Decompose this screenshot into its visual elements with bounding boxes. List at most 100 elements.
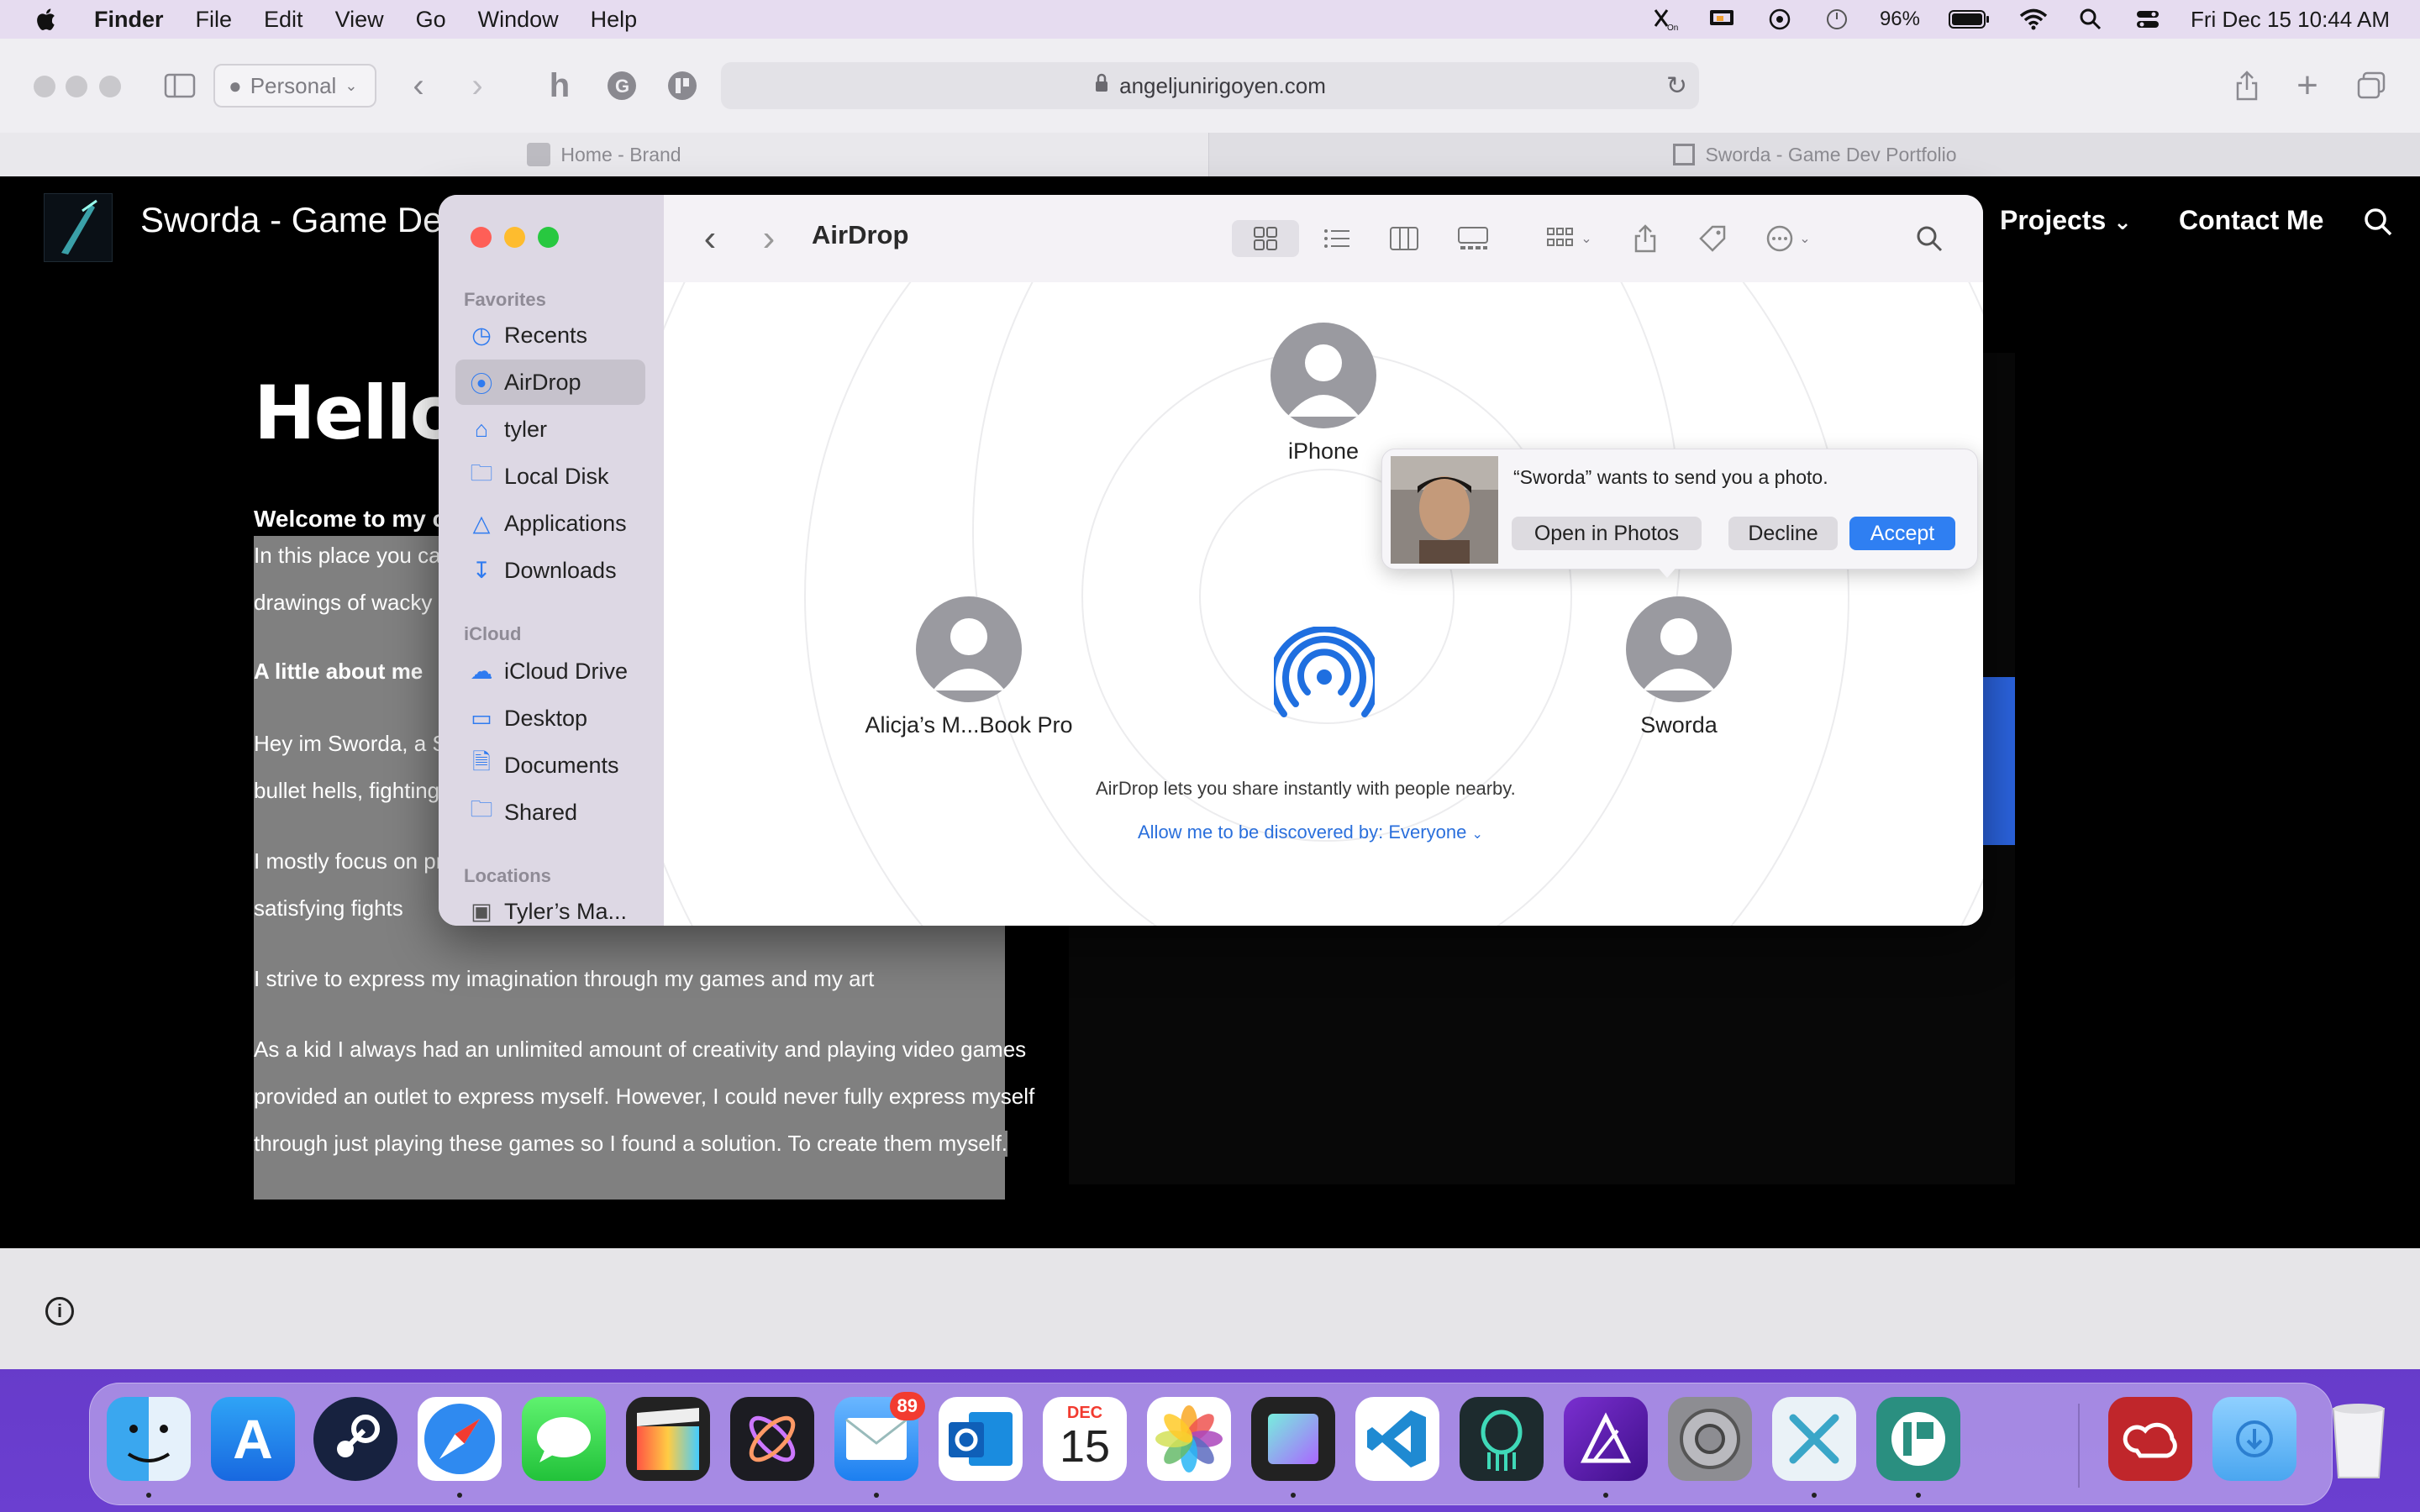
dock-motion[interactable] (730, 1397, 814, 1481)
battery-icon[interactable] (1949, 7, 1991, 32)
back-icon[interactable]: ‹ (697, 218, 723, 259)
dock-safari[interactable] (418, 1397, 502, 1481)
dock-system-preferences[interactable] (1668, 1397, 1752, 1481)
menu-view[interactable]: View (335, 7, 384, 33)
dock-screens[interactable] (1251, 1397, 1335, 1481)
list-view-icon[interactable] (1316, 220, 1358, 257)
share-icon[interactable] (1628, 220, 1662, 257)
dock-finder[interactable] (107, 1397, 191, 1481)
sidebar-item-recents[interactable]: ◷ Recents (455, 312, 645, 358)
profile-selector[interactable]: ● Personal ⌄ (213, 64, 376, 108)
spotlight-icon[interactable] (2076, 7, 2105, 32)
menu-clock[interactable]: Fri Dec 15 10:44 AM (2191, 7, 2390, 33)
apple-menu-icon[interactable] (34, 6, 57, 33)
welcome-text: Welcome to my c (254, 506, 446, 532)
dock-vscode[interactable] (1355, 1397, 1439, 1481)
sidebar-toggle-icon[interactable] (161, 67, 198, 104)
dock-photos[interactable] (1147, 1397, 1231, 1481)
tab-sworda-portfolio[interactable]: Sworda - Game Dev Portfolio (1210, 133, 2420, 176)
close-button[interactable] (34, 76, 55, 97)
minimize-button[interactable] (66, 76, 87, 97)
body-line: I strive to express my imagination throu… (254, 966, 875, 991)
menu-go[interactable]: Go (416, 7, 446, 33)
search-icon[interactable] (2363, 207, 2393, 244)
open-in-photos-button[interactable]: Open in Photos (1512, 517, 1702, 550)
more-actions-icon[interactable]: ⌄ (1756, 220, 1820, 257)
running-indicator (1916, 1493, 1921, 1498)
group-grid-dropdown-icon[interactable]: ⌄ (1538, 220, 1602, 257)
info-icon[interactable]: i (45, 1297, 74, 1326)
sidebar-item-documents[interactable]: 🗎 Documents (455, 743, 645, 788)
reload-icon[interactable]: ↻ (1666, 71, 1687, 101)
timer-icon[interactable] (1823, 7, 1851, 32)
dock-steam[interactable] (313, 1397, 397, 1481)
nav-contact[interactable]: Contact Me (2179, 205, 2323, 236)
site-title[interactable]: Sworda - Game Dev (140, 200, 460, 240)
sidebar-item-downloads[interactable]: ↧ Downloads (455, 548, 645, 593)
wifi-icon[interactable] (2019, 7, 2048, 32)
menu-file[interactable]: File (196, 7, 233, 33)
menu-help[interactable]: Help (591, 7, 638, 33)
sidebar-item-desktop[interactable]: ▭ Desktop (455, 696, 645, 741)
search-icon[interactable] (1912, 220, 1946, 257)
tab-overview-icon[interactable] (2354, 67, 2388, 104)
dock-trash[interactable] (2317, 1397, 2401, 1481)
sidebar-item-shared[interactable]: 🗀 Shared (455, 790, 645, 835)
grammarly-extension-icon[interactable]: G (603, 67, 640, 104)
menu-app-name[interactable]: Finder (94, 7, 164, 33)
sidebar-item-computer[interactable]: ▣ Tyler’s Ma... (455, 889, 645, 926)
dock-outlook[interactable] (939, 1397, 1023, 1481)
body-line: I mostly focus on prog (254, 848, 468, 874)
close-button[interactable] (471, 227, 492, 248)
sidebar-item-icloud-drive[interactable]: ☁ iCloud Drive (455, 648, 645, 694)
zoom-button[interactable] (538, 227, 559, 248)
sidebar-item-applications[interactable]: △ Applications (455, 501, 645, 546)
share-icon[interactable] (2230, 67, 2264, 104)
site-logo[interactable] (44, 193, 113, 262)
menu-edit[interactable]: Edit (264, 7, 303, 33)
forward-icon[interactable]: › (756, 218, 781, 259)
control-center-icon[interactable] (2133, 7, 2162, 32)
device-macbook-avatar[interactable] (916, 596, 1022, 702)
honey-extension-icon[interactable]: h (541, 67, 578, 104)
tag-icon[interactable] (1696, 220, 1729, 257)
forward-icon[interactable]: › (460, 67, 494, 104)
dock-mail[interactable]: 89 (834, 1392, 925, 1481)
dock-xcode-tools[interactable] (1772, 1397, 1856, 1481)
discoverability-selector[interactable]: Allow me to be discovered by: Everyone ⌄ (1138, 822, 1483, 843)
icon-view-icon[interactable] (1232, 220, 1299, 257)
extension-icon[interactable] (664, 67, 701, 104)
tab-home-brand[interactable]: Home - Brand (0, 133, 1209, 176)
xcode-status-icon[interactable]: On (1651, 7, 1680, 32)
dock-app-store[interactable]: A (211, 1397, 295, 1481)
sidebar-item-tyler[interactable]: ⌂ tyler (455, 407, 645, 452)
accept-button[interactable]: Accept (1849, 517, 1955, 550)
sidebar-item-local-disk[interactable]: 🗀 Local Disk (455, 454, 645, 499)
menu-window[interactable]: Window (478, 7, 559, 33)
dock-creative-cloud-folder[interactable] (2108, 1397, 2192, 1481)
safari-toolbar: ● Personal ⌄ ‹ › h G angeljunirigoyen.co… (0, 39, 2420, 134)
device-sworda-avatar[interactable] (1626, 596, 1732, 702)
zoom-button[interactable] (99, 76, 121, 97)
device-iphone-avatar[interactable] (1270, 323, 1376, 428)
dock-klokki[interactable] (1876, 1397, 1960, 1481)
back-icon[interactable]: ‹ (402, 67, 435, 104)
dock-calendar[interactable]: DEC 15 (1043, 1397, 1127, 1481)
dock-final-cut-pro[interactable] (626, 1397, 710, 1481)
page-heading: Hello (254, 370, 460, 456)
column-view-icon[interactable] (1383, 220, 1425, 257)
dock-affinity-designer[interactable] (1564, 1397, 1648, 1481)
new-tab-icon[interactable]: + (2291, 65, 2324, 106)
minimize-button[interactable] (504, 227, 525, 248)
decline-button[interactable]: Decline (1728, 517, 1838, 550)
nav-projects[interactable]: Projects ⌄ (2000, 205, 2132, 236)
dock-downloads-folder[interactable] (2212, 1397, 2296, 1481)
address-bar[interactable]: angeljunirigoyen.com ↻ (721, 62, 1699, 109)
dock-messages[interactable] (522, 1397, 606, 1481)
dock-gitkraken[interactable] (1460, 1397, 1544, 1481)
aperture-icon[interactable] (1765, 7, 1794, 32)
gallery-view-icon[interactable] (1452, 220, 1494, 257)
sidebar-item-airdrop[interactable]: ⦿ AirDrop (455, 360, 645, 405)
display-mirror-icon[interactable] (1708, 7, 1737, 32)
device-macbook-label: Alicja’s M...Book Pro (865, 712, 1073, 738)
